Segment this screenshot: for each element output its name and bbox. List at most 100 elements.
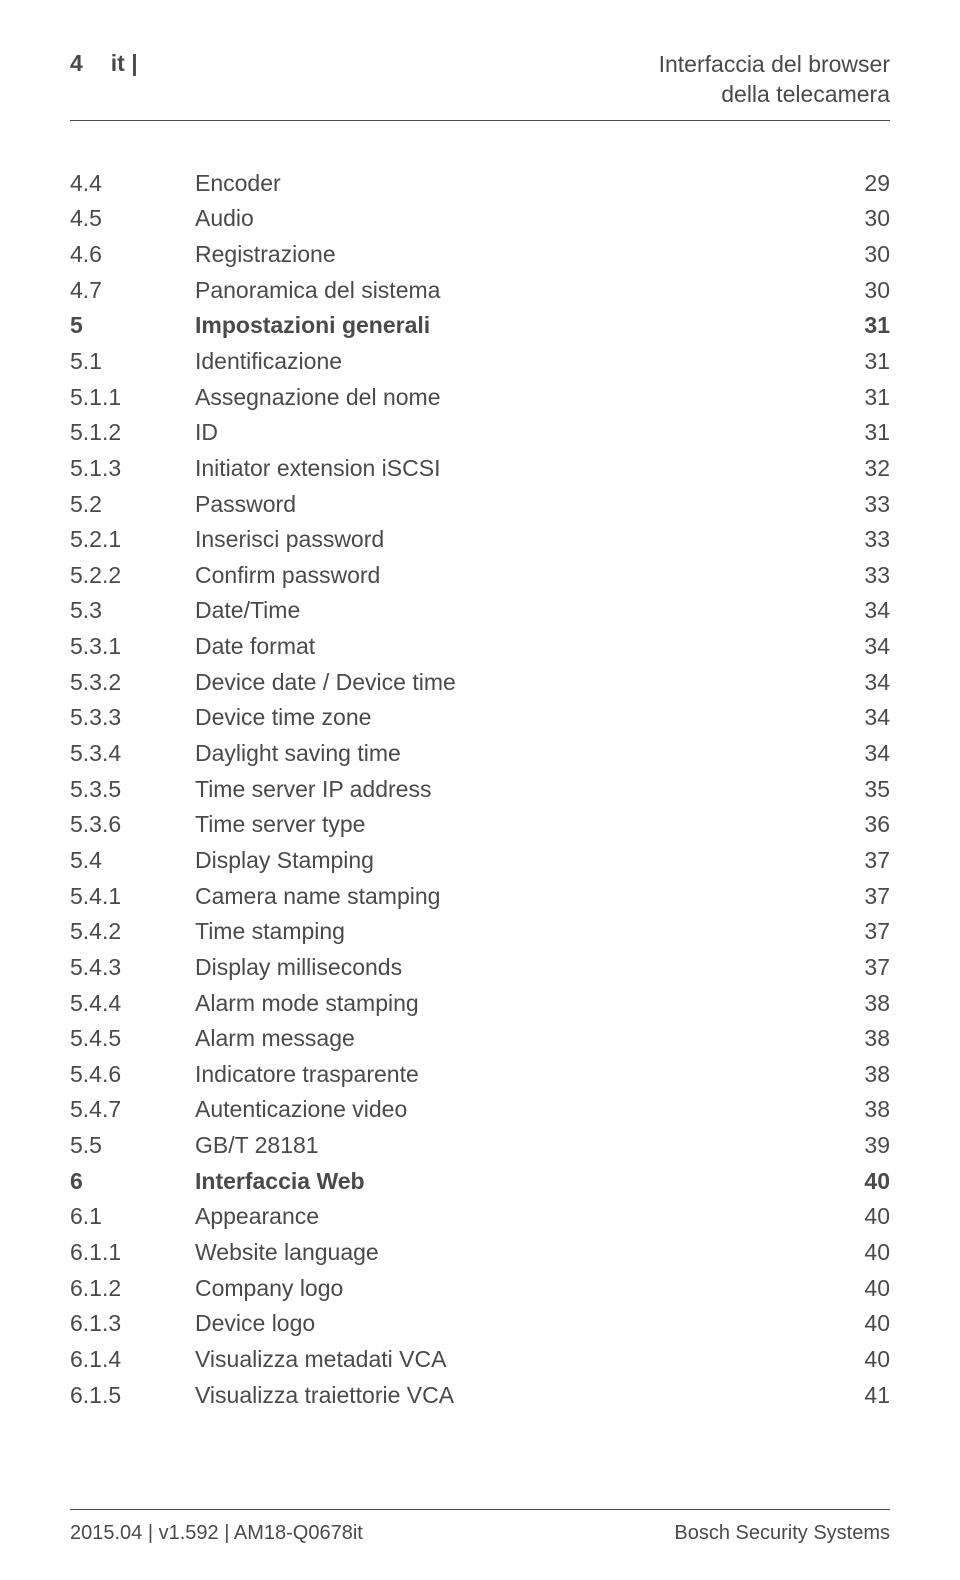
doc-title-line1: Interfaccia del browser: [659, 50, 890, 80]
toc-section-title: Device date / Device time: [195, 665, 830, 701]
toc-row: 6.1Appearance40: [70, 1199, 890, 1235]
toc-section-title: Registrazione: [195, 237, 830, 273]
toc-section-title: Website language: [195, 1235, 830, 1271]
toc-section-number: 5: [70, 308, 195, 344]
toc-page-number: 40: [830, 1306, 890, 1342]
toc-section-number: 5.3.2: [70, 665, 195, 701]
toc-row: 5.4.7Autenticazione video38: [70, 1092, 890, 1128]
toc-page-number: 37: [830, 914, 890, 950]
toc-section-title: Device logo: [195, 1306, 830, 1342]
toc-section-number: 5.3.4: [70, 736, 195, 772]
toc-row: 5.3.4Daylight saving time34: [70, 736, 890, 772]
toc-page-number: 34: [830, 665, 890, 701]
toc-row: 5.2Password33: [70, 487, 890, 523]
header-left: 4 it |: [70, 50, 138, 77]
toc-row: 5.2.2Confirm password33: [70, 558, 890, 594]
toc-page-number: 39: [830, 1128, 890, 1164]
toc-section-title: Confirm password: [195, 558, 830, 594]
toc-row: 5.3.2Device date / Device time34: [70, 665, 890, 701]
toc-page-number: 34: [830, 629, 890, 665]
lang-code: it |: [111, 50, 138, 77]
toc-row: 5.4.4Alarm mode stamping38: [70, 986, 890, 1022]
toc-page-number: 37: [830, 879, 890, 915]
toc-page-number: 40: [830, 1199, 890, 1235]
toc-section-title: Identificazione: [195, 344, 830, 380]
toc-section-title: Interfaccia Web: [195, 1164, 830, 1200]
toc-row: 5.3.3Device time zone34: [70, 700, 890, 736]
toc-section-title: Company logo: [195, 1271, 830, 1307]
toc-section-number: 5.4: [70, 843, 195, 879]
toc-page-number: 30: [830, 201, 890, 237]
toc-page-number: 31: [830, 344, 890, 380]
toc-section-title: Encoder: [195, 166, 830, 202]
toc-page-number: 34: [830, 736, 890, 772]
toc-section-number: 5.1.3: [70, 451, 195, 487]
toc-section-title: Visualizza traiettorie VCA: [195, 1378, 830, 1414]
toc-section-title: Impostazioni generali: [195, 308, 830, 344]
header-right: Interfaccia del browser della telecamera: [659, 50, 890, 110]
toc-page-number: 33: [830, 558, 890, 594]
toc-section-title: GB/T 28181: [195, 1128, 830, 1164]
toc-section-title: Alarm mode stamping: [195, 986, 830, 1022]
toc-row: 5.4.5Alarm message38: [70, 1021, 890, 1057]
toc-section-title: Daylight saving time: [195, 736, 830, 772]
toc-section-number: 5.1.1: [70, 380, 195, 416]
toc-row: 6.1.3Device logo40: [70, 1306, 890, 1342]
page-footer: 2015.04 | v1.592 | AM18-Q0678it Bosch Se…: [70, 1509, 890, 1545]
toc-section-number: 4.6: [70, 237, 195, 273]
toc-row: 6.1.4Visualizza metadati VCA40: [70, 1342, 890, 1378]
toc-section-title: Time server type: [195, 807, 830, 843]
toc-section-number: 5.4.3: [70, 950, 195, 986]
toc-section-title: Inserisci password: [195, 522, 830, 558]
toc-section-number: 6.1.4: [70, 1342, 195, 1378]
toc-section-title: Camera name stamping: [195, 879, 830, 915]
toc-section-title: Audio: [195, 201, 830, 237]
toc-section-number: 6.1.1: [70, 1235, 195, 1271]
toc-section-number: 4.7: [70, 273, 195, 309]
toc-page-number: 31: [830, 308, 890, 344]
toc-section-number: 5.5: [70, 1128, 195, 1164]
toc-section-number: 5.3.6: [70, 807, 195, 843]
toc-section-title: Initiator extension iSCSI: [195, 451, 830, 487]
toc-section-number: 5.1.2: [70, 415, 195, 451]
toc-page-number: 31: [830, 415, 890, 451]
toc-row: 5.4.2Time stamping37: [70, 914, 890, 950]
toc-section-number: 6.1.2: [70, 1271, 195, 1307]
toc-row: 4.6Registrazione30: [70, 237, 890, 273]
toc-page-number: 40: [830, 1164, 890, 1200]
page-number: 4: [70, 50, 83, 77]
toc-page-number: 40: [830, 1271, 890, 1307]
toc-section-title: Device time zone: [195, 700, 830, 736]
toc-row: 5.4.3Display milliseconds37: [70, 950, 890, 986]
toc-section-number: 6.1.5: [70, 1378, 195, 1414]
toc-page-number: 32: [830, 451, 890, 487]
toc-row: 6.1.2Company logo40: [70, 1271, 890, 1307]
toc-page-number: 41: [830, 1378, 890, 1414]
toc-row: 4.5Audio30: [70, 201, 890, 237]
toc-row: 6Interfaccia Web40: [70, 1164, 890, 1200]
toc-row: 5.3Date/Time34: [70, 593, 890, 629]
toc-section-number: 5.3: [70, 593, 195, 629]
toc-section-number: 5.1: [70, 344, 195, 380]
toc-section-number: 5.3.5: [70, 772, 195, 808]
toc-page-number: 33: [830, 522, 890, 558]
toc-section-number: 6: [70, 1164, 195, 1200]
doc-title-line2: della telecamera: [659, 80, 890, 110]
toc-page-number: 38: [830, 1057, 890, 1093]
toc-page-number: 37: [830, 843, 890, 879]
toc-section-title: Appearance: [195, 1199, 830, 1235]
toc-row: 5.1Identificazione31: [70, 344, 890, 380]
toc-section-title: Visualizza metadati VCA: [195, 1342, 830, 1378]
toc-row: 5.1.2ID31: [70, 415, 890, 451]
toc-row: 5.5GB/T 2818139: [70, 1128, 890, 1164]
toc-row: 6.1.1Website language40: [70, 1235, 890, 1271]
page-container: 4 it | Interfaccia del browser della tel…: [0, 0, 960, 1443]
toc-section-number: 5.2.1: [70, 522, 195, 558]
toc-page-number: 30: [830, 273, 890, 309]
toc-page-number: 30: [830, 237, 890, 273]
toc-section-number: 5.4.4: [70, 986, 195, 1022]
toc-row: 5.3.1Date format34: [70, 629, 890, 665]
toc-page-number: 34: [830, 700, 890, 736]
toc-section-number: 5.4.2: [70, 914, 195, 950]
toc-row: 5.3.5Time server IP address35: [70, 772, 890, 808]
